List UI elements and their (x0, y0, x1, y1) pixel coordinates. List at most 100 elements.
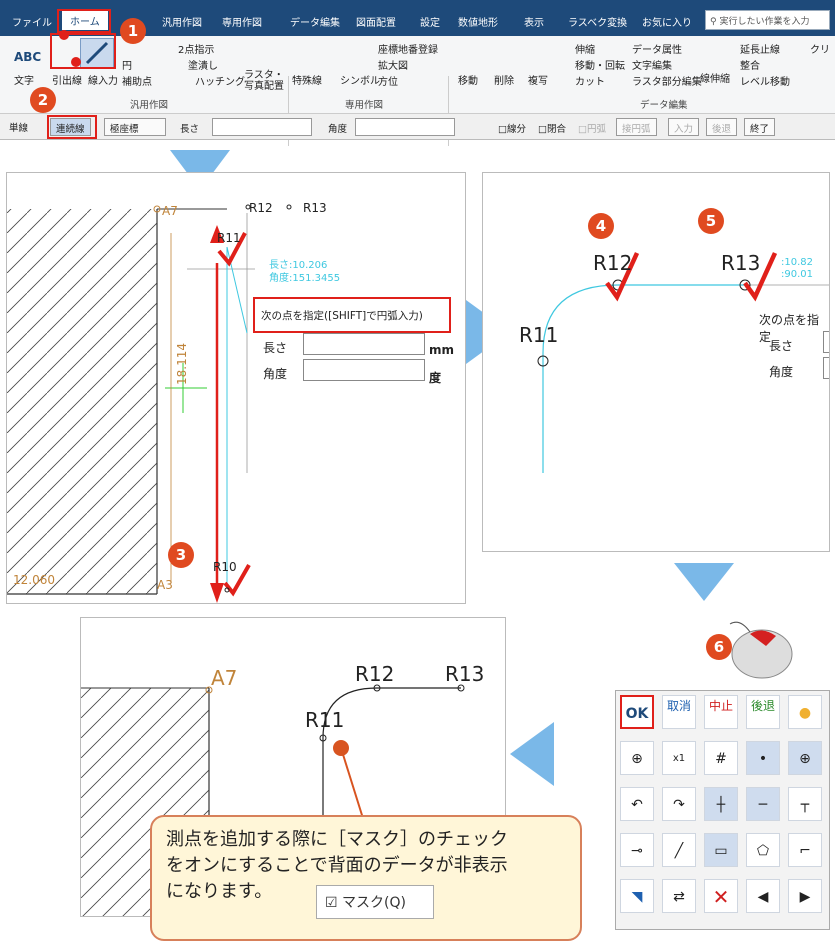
delete-button[interactable]: 削除 (494, 72, 514, 87)
point-label-r11: R11 (519, 323, 559, 347)
center-snap-icon[interactable]: ⊕ (788, 741, 822, 775)
length-field[interactable] (823, 331, 829, 353)
mouse-icon (729, 621, 793, 679)
copy-button[interactable]: 複写 (528, 72, 548, 87)
tangent-arc-button[interactable]: 接円弧 (616, 118, 657, 136)
angle-field[interactable] (303, 359, 425, 381)
special-line-button[interactable]: 特殊線 (292, 72, 322, 87)
single-line-button[interactable]: 単線 (4, 118, 33, 136)
midpoint-snap-icon[interactable]: ─ (746, 787, 780, 821)
data-attr-button[interactable]: データ属性 (632, 41, 682, 56)
point-label-r12: R12 (355, 662, 395, 686)
circle-button[interactable]: 円 (122, 57, 132, 72)
tab-favorites[interactable]: お気に入り (642, 14, 692, 29)
tab-rasvec[interactable]: ラスベク変換 (568, 14, 627, 29)
point-label-a7: A7 (162, 204, 178, 218)
search-input[interactable]: ⚲ 実行したい作業を入力 (705, 10, 830, 30)
segment-checkbox[interactable]: □線分 (498, 121, 526, 135)
length-field-label: 長さ (769, 339, 794, 353)
zoom-map-button[interactable]: 拡大図 (378, 57, 408, 72)
ok-button[interactable]: OK (620, 695, 654, 729)
angle-label: 角度 (328, 124, 348, 135)
extend-stop-button[interactable]: 延長止線 (740, 41, 780, 56)
redo-icon[interactable]: ↷ (662, 787, 696, 821)
angle-field-label: 角度 (769, 365, 794, 379)
drawing-panel-1: A7 A3 R10 R11 R12 R13 長さ:10.206 角度:151.3… (6, 172, 466, 604)
tab-file[interactable]: ファイル (12, 14, 52, 29)
length-label: 長さ (180, 124, 200, 135)
align-button[interactable]: 整合 (740, 57, 760, 72)
level-move-button[interactable]: レベル移動 (740, 73, 790, 88)
raster-edit-button[interactable]: ラスタ部分編集 (632, 73, 702, 88)
intersect-icon[interactable]: ╱ (662, 833, 696, 867)
end-button[interactable]: 終了 (744, 118, 776, 136)
perp-snap-icon[interactable]: ┼ (704, 787, 738, 821)
cancel-button[interactable]: 取消 (662, 695, 696, 729)
clear-button[interactable]: クリ (810, 41, 830, 56)
angle-input[interactable] (355, 118, 455, 136)
fill-button[interactable]: 塗潰し (188, 57, 218, 72)
tab-special-draw[interactable]: 専用作図 (222, 14, 262, 29)
stair-icon[interactable]: ⌐ (788, 833, 822, 867)
length-input[interactable] (212, 118, 312, 136)
dimension-vertical: 18.114 (175, 343, 189, 385)
line-point-icon[interactable]: ⊸ (620, 833, 654, 867)
delete-icon[interactable]: ✕ (704, 879, 738, 913)
extend-button[interactable]: 伸縮 (575, 41, 595, 56)
hatch-button[interactable]: ハッチング (195, 73, 245, 88)
tab-layout[interactable]: 図面配置 (356, 14, 396, 29)
end-snap-icon[interactable]: ┬ (788, 787, 822, 821)
arc-checkbox[interactable]: □円弧 (578, 121, 606, 135)
point-label-r13: R13 (445, 662, 485, 686)
cut-button[interactable]: カット (575, 73, 605, 88)
point-label-r12: R12 (593, 251, 633, 275)
tab-view[interactable]: 表示 (524, 14, 544, 29)
prev-icon[interactable]: ◀ (746, 879, 780, 913)
back-button[interactable]: 後退 (706, 118, 738, 136)
step-badge-4: 4 (588, 213, 614, 239)
readout: :10.82 :90.01 (781, 257, 813, 280)
symbol-button[interactable]: シンボル (340, 72, 380, 87)
next-icon[interactable]: ▶ (788, 879, 822, 913)
angle-field-label: 角度 (263, 367, 288, 381)
back-button[interactable]: 後退 (746, 695, 780, 729)
flow-arrow-down (674, 563, 734, 601)
ribbon: ABC 文字 引出線 線入力 2点指示 円 塗潰し 補助点 ハッチング ラスタ・… (0, 36, 835, 146)
line-input-button[interactable]: 線入力 (88, 72, 118, 87)
aux-point-button[interactable]: 補助点 (122, 73, 152, 88)
raster-button[interactable]: ラスタ・写真配置 (244, 70, 284, 92)
copy-icon[interactable]: ⇄ (662, 879, 696, 913)
angle-field[interactable] (823, 357, 829, 379)
tab-data-edit[interactable]: データ編集 (290, 14, 340, 29)
input-button[interactable]: 入力 (668, 118, 700, 136)
tab-settings[interactable]: 設定 (420, 14, 440, 29)
zoom-window-icon[interactable]: ⊕ (620, 741, 654, 775)
polygon-icon[interactable]: ⬠ (746, 833, 780, 867)
point-snap-icon[interactable]: • (746, 741, 780, 775)
move-button[interactable]: 移動 (458, 72, 478, 87)
mask-rect-icon[interactable]: ▭ (704, 833, 738, 867)
length-field[interactable] (303, 333, 425, 355)
line-extend-button[interactable]: 線伸縮 (700, 70, 730, 85)
angle-readout: 角度:151.3455 (269, 273, 341, 284)
flow-arrow-left (510, 722, 554, 786)
search-placeholder: 実行したい作業を入力 (719, 17, 810, 27)
grid-snap-icon[interactable]: # (704, 741, 738, 775)
move-icon[interactable]: ◥ (620, 879, 654, 913)
tab-general-draw[interactable]: 汎用作図 (162, 14, 202, 29)
bulb-icon[interactable]: ● (788, 695, 822, 729)
coord-register-button[interactable]: 座標地番登録 (378, 41, 438, 56)
direction-button[interactable]: 方位 (378, 73, 398, 88)
tab-terrain[interactable]: 数値地形 (458, 14, 498, 29)
text-edit-button[interactable]: 文字編集 (632, 57, 672, 72)
closed-checkbox[interactable]: □閉合 (538, 121, 566, 135)
drawing-panel-2: R11 R12 R13 :10.82 :90.01 次の点を指定 長さ 角度 (482, 172, 830, 552)
coord-select[interactable]: 極座標 (104, 118, 166, 136)
two-point-button[interactable]: 2点指示 (178, 41, 214, 56)
text-button[interactable]: 文字 (14, 72, 34, 87)
stop-button[interactable]: 中止 (704, 695, 738, 729)
undo-icon[interactable]: ↶ (620, 787, 654, 821)
move-rotate-button[interactable]: 移動・回転 (575, 57, 625, 72)
leader-button[interactable]: 引出線 (52, 72, 82, 87)
zoom-1x-icon[interactable]: x1 (662, 741, 696, 775)
